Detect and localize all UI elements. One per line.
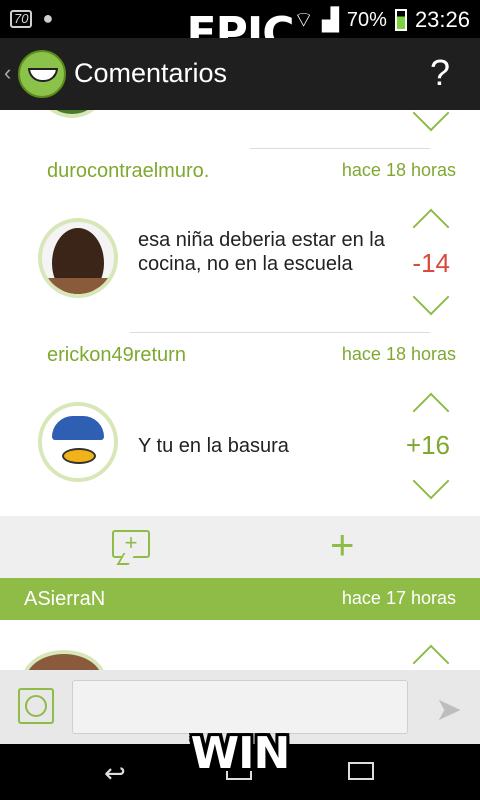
back-chevron-icon[interactable]: ‹ bbox=[4, 60, 11, 86]
comment-username[interactable]: durocontraelmuro. bbox=[47, 160, 209, 183]
help-button[interactable]: ? bbox=[430, 52, 450, 94]
smiley-icon[interactable] bbox=[18, 688, 54, 724]
downvote-chevron-icon[interactable] bbox=[412, 462, 450, 500]
comment-score: -14 bbox=[412, 248, 450, 278]
comment-text: Y tu en la basura bbox=[138, 435, 289, 457]
comment-input[interactable] bbox=[72, 680, 408, 734]
thread-header[interactable]: ASierraN hace 17 horas bbox=[0, 578, 480, 620]
upvote-chevron-icon[interactable] bbox=[412, 392, 450, 430]
user-avatar[interactable] bbox=[38, 402, 118, 482]
thread-toolbar: + + bbox=[0, 516, 480, 578]
comment-add-icon[interactable]: + bbox=[112, 530, 150, 558]
upvote-chevron-icon[interactable] bbox=[412, 644, 450, 670]
action-bar: ‹ Comentarios ? bbox=[0, 38, 480, 110]
thread-username[interactable]: ASierraN bbox=[24, 588, 105, 611]
thread-timestamp: hace 17 horas bbox=[341, 588, 456, 608]
divider bbox=[130, 332, 430, 333]
downvote-chevron-icon[interactable] bbox=[412, 278, 450, 316]
previous-avatar bbox=[42, 110, 102, 118]
page-title: Comentarios bbox=[74, 58, 228, 88]
comment-score: +16 bbox=[405, 430, 450, 460]
upvote-chevron-icon[interactable] bbox=[412, 208, 450, 246]
comment-timestamp: hace 18 horas bbox=[341, 344, 456, 364]
troll-face-logo[interactable] bbox=[18, 50, 66, 98]
plus-icon[interactable]: + bbox=[330, 524, 355, 566]
comments-list[interactable]: durocontraelmuro. hace 18 horas esa niña… bbox=[0, 110, 480, 670]
send-icon[interactable]: ➤ bbox=[435, 690, 462, 728]
meme-bottom-text: WIN bbox=[190, 728, 291, 779]
downvote-chevron-icon[interactable] bbox=[412, 110, 450, 132]
user-avatar[interactable] bbox=[22, 650, 106, 670]
comment-text: esa niña deberia estar en la cocina, no … bbox=[138, 229, 385, 275]
user-avatar[interactable] bbox=[38, 218, 118, 298]
comment-username[interactable]: erickon49return bbox=[47, 344, 186, 367]
comment-timestamp: hace 18 horas bbox=[341, 160, 456, 180]
divider bbox=[250, 148, 430, 149]
